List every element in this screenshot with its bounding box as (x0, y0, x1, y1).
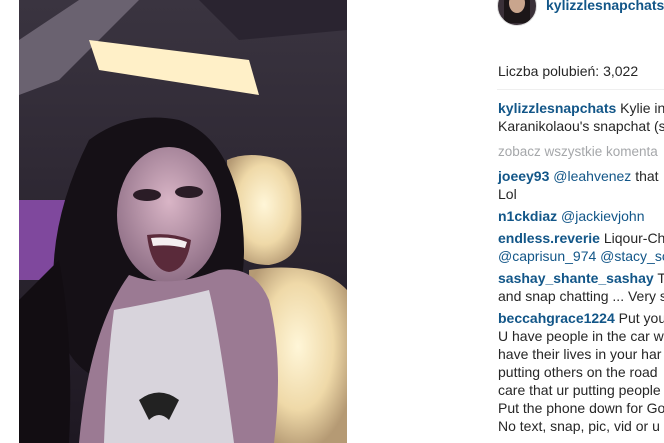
comment-text-line: No text, snap, pic, vid or u (498, 418, 660, 434)
author-username[interactable]: kylizzlesnapchats (546, 0, 664, 13)
video-play-area[interactable] (19, 0, 347, 443)
comment-username[interactable]: beccahgrace1224 (498, 310, 615, 326)
comment-list: kylizzlesnapchats Kylie in Karanikolaou'… (498, 99, 664, 435)
avatar[interactable] (497, 0, 537, 26)
view-all-comments-link[interactable]: zobacz wszystkie komenta (498, 143, 664, 161)
comment-username[interactable]: joeey93 (498, 168, 549, 184)
comment-mention[interactable]: @jackievjohn (561, 208, 644, 224)
caption: kylizzlesnapchats Kylie in (498, 99, 664, 117)
comment-mention[interactable]: @leahvenez (553, 168, 631, 184)
post-video (19, 0, 347, 443)
caption-text: Kylie in (620, 100, 664, 116)
comment-mention[interactable]: @caprisun_974 (498, 248, 596, 264)
comment-text-line: care that ur putting people (498, 382, 661, 398)
comment-username[interactable]: endless.reverie (498, 230, 600, 246)
comment-text-line: Put the phone down for Go (498, 400, 664, 416)
comment-username[interactable]: sashay_shante_sashay (498, 270, 654, 286)
likes-count[interactable]: Liczba polubień: 3,022 (498, 63, 638, 79)
comment-item: endless.reverie Liqour-Ch (498, 229, 664, 247)
comment-text-line: U have people in the car w (498, 328, 664, 344)
comment-text-line: Lol (498, 186, 517, 202)
comment-mention[interactable]: @stacy_sc (600, 248, 664, 264)
comment-item: n1ckdiaz @jackievjohn (498, 207, 664, 225)
comment-text: Liqour-Ch (603, 230, 664, 246)
comment-item: sashay_shante_sashay Te (498, 269, 664, 287)
comment-text: Put you (618, 310, 664, 326)
comment-item: beccahgrace1224 Put you (498, 309, 664, 327)
post-sidebar: kylizzlesnapchats Liczba polubień: 3,022… (347, 0, 664, 443)
caption-username[interactable]: kylizzlesnapchats (498, 100, 616, 116)
comment-text-line: have their lives in your har (498, 346, 662, 362)
comment-text-line: putting others on the road (498, 364, 658, 380)
comment-text: Te (657, 270, 664, 286)
comment-text: that (631, 168, 659, 184)
comment-text-line: @caprisun_974 @stacy_sc (498, 247, 664, 265)
post-header: kylizzlesnapchats (497, 0, 664, 26)
comment-text-line: and snap chatting ... Very s (498, 288, 664, 304)
caption-line: Karanikolaou's snapchat (s (498, 118, 664, 134)
comment-username[interactable]: n1ckdiaz (498, 208, 557, 224)
comment-item: joeey93 @leahvenez that (498, 167, 664, 185)
divider (497, 89, 664, 90)
